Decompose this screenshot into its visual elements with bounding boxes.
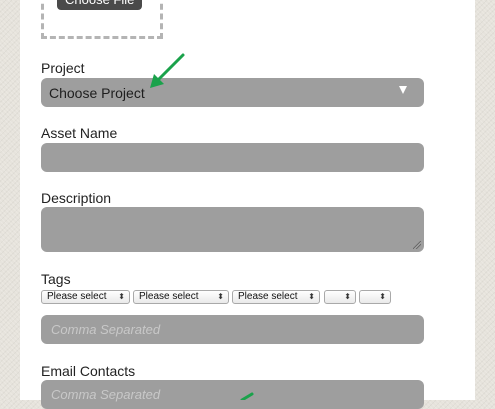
tags-input[interactable]: Comma Separated	[41, 315, 424, 344]
project-select-value: Choose Project	[49, 85, 145, 101]
tags-label: Tags	[41, 271, 71, 287]
email-contacts-label: Email Contacts	[41, 363, 136, 379]
dropdown-arrow-icon	[399, 86, 407, 94]
updown-arrows-icon: ⬍	[308, 292, 315, 301]
annotation-arrow-icon	[240, 392, 254, 400]
project-label: Project	[41, 60, 85, 76]
tags-input-placeholder: Comma Separated	[51, 322, 161, 337]
description-label: Description	[41, 190, 112, 206]
tag-select-5[interactable]: ⬍	[359, 290, 391, 304]
annotation-arrow-icon	[150, 53, 185, 88]
tag-select-3-value: Please select	[238, 291, 298, 302]
updown-arrows-icon: ⬍	[379, 292, 386, 301]
file-dropzone[interactable]: Choose File	[41, 0, 163, 39]
tag-select-2-value: Please select	[139, 291, 199, 302]
description-textarea[interactable]	[41, 207, 424, 252]
updown-arrows-icon: ⬍	[217, 292, 224, 301]
tag-select-1-value: Please select	[47, 291, 107, 302]
tag-select-2[interactable]: Please select ⬍	[133, 290, 229, 304]
resize-handle-icon[interactable]	[413, 241, 421, 249]
tag-select-1[interactable]: Please select ⬍	[41, 290, 130, 304]
updown-arrows-icon: ⬍	[118, 292, 125, 301]
choose-file-button[interactable]: Choose File	[57, 0, 143, 10]
tag-select-4[interactable]: ⬍	[324, 290, 356, 304]
project-select[interactable]: Choose Project	[41, 78, 424, 107]
asset-name-label: Asset Name	[41, 125, 118, 141]
tag-select-3[interactable]: Please select ⬍	[232, 290, 320, 304]
updown-arrows-icon: ⬍	[344, 292, 351, 301]
asset-name-input[interactable]	[41, 143, 424, 172]
